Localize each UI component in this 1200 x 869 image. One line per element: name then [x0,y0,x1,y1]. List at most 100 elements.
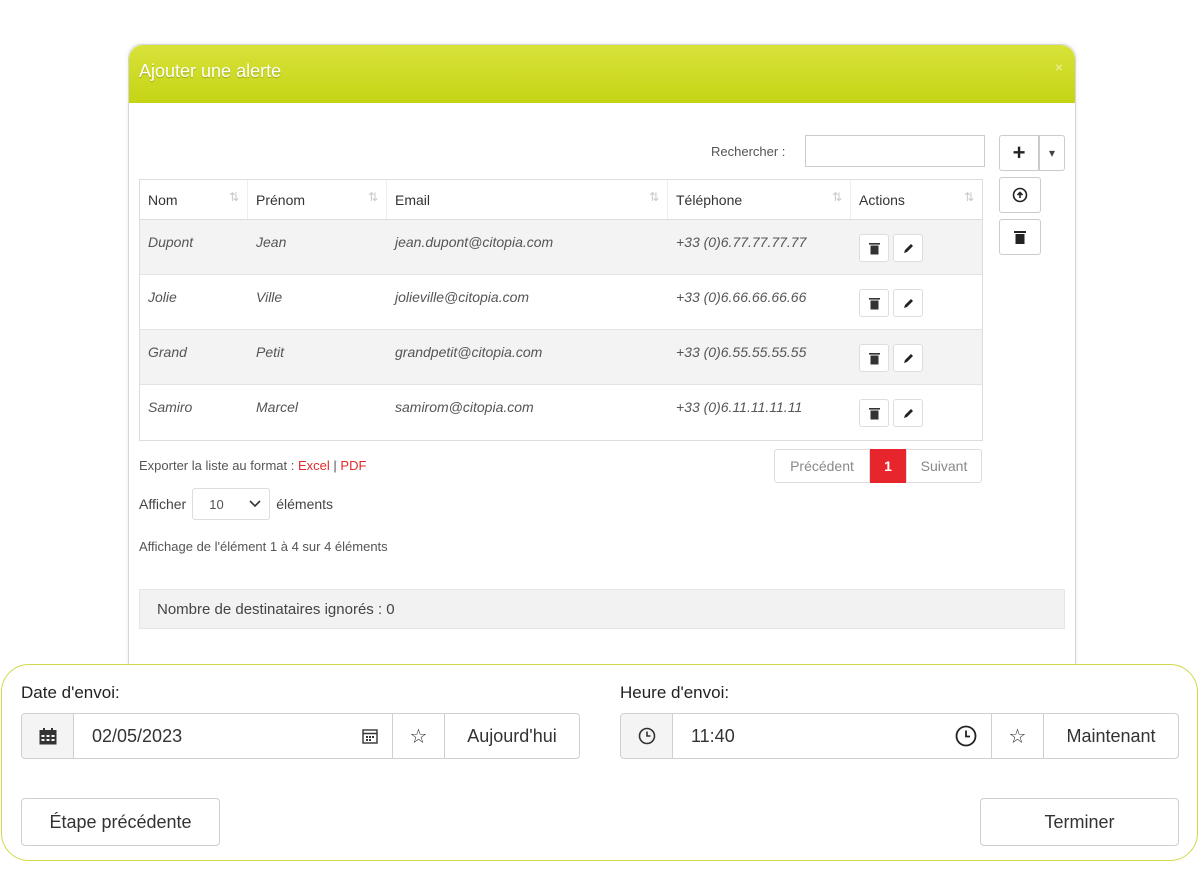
chevron-down-icon: ▾ [1048,146,1056,160]
delete-all-button[interactable] [999,219,1041,255]
pencil-icon [903,353,913,363]
cell-email: jean.dupont@citopia.com [395,234,554,250]
cell-actions [851,275,982,329]
cell-actions [851,220,982,274]
calendar-picker-icon[interactable] [362,728,378,744]
calendar-addon [22,714,74,758]
close-icon[interactable]: × [1055,59,1063,75]
elements-label: éléments [276,496,334,512]
add-alert-modal: Ajouter une alerte × Rechercher : + ▾ No… [128,44,1076,684]
modal-title: Ajouter une alerte [139,61,282,81]
time-label: Heure d'envoi: [620,683,730,702]
column-header-actions[interactable]: Actions ⇅ [851,180,982,219]
search-input[interactable] [805,135,985,167]
trash-icon [868,297,880,309]
now-button[interactable]: Maintenant [1044,714,1178,758]
trash-icon [868,407,880,419]
cell-prenom: Petit [256,344,285,360]
pagination-previous[interactable]: Précédent [774,449,870,483]
cell-prenom: Marcel [256,399,299,415]
cell-email: samirom@citopia.com [395,399,534,415]
clock-icon [638,727,655,745]
cell-telephone: +33 (0)6.77.77.77.77 [676,234,807,250]
calendar-icon [39,727,56,744]
time-input[interactable]: 11:40 [673,714,992,758]
sort-icon: ⇅ [367,190,378,204]
table-header: Nom ⇅ Prénom ⇅ Email ⇅ Téléphone ⇅ Actions ⇅ [140,180,982,220]
export-separator: | [333,458,337,473]
cell-telephone: +33 (0)6.55.55.55.55 [676,344,807,360]
cell-prenom: Jean [256,234,287,250]
export-excel-link[interactable]: Excel [298,458,330,473]
trash-icon [868,352,880,364]
pencil-icon [903,243,913,253]
edit-row-button[interactable] [893,234,923,262]
send-settings-panel: Date d'envoi: 02/05/2023 ☆ Aujourd'hui H… [1,664,1198,861]
delete-row-button[interactable] [859,344,889,372]
table-info: Affichage de l'élément 1 à 4 sur 4 éléme… [139,539,388,554]
date-label: Date d'envoi: [21,683,120,702]
sort-icon: ⇅ [831,190,842,204]
date-input[interactable]: 02/05/2023 [74,714,393,758]
add-recipient-button[interactable]: + [999,135,1039,171]
star-icon[interactable]: ☆ [393,714,445,758]
sort-icon: ⇅ [228,190,239,204]
cell-telephone: +33 (0)6.11.11.11.11 [676,399,803,415]
table-row: Dupont Jean jean.dupont@citopia.com +33 … [140,220,982,275]
export-label: Exporter la liste au format : [139,458,295,473]
clock-picker-icon[interactable] [955,725,977,747]
sort-icon: ⇅ [963,190,974,204]
star-icon[interactable]: ☆ [992,714,1044,758]
previous-step-button[interactable]: Étape précédente [21,798,220,846]
delete-row-button[interactable] [859,289,889,317]
pagination: Précédent 1 Suivant [774,449,982,483]
cell-nom: Jolie [148,289,177,305]
cell-telephone: +33 (0)6.66.66.66.66 [676,289,807,305]
time-input-group: 11:40 ☆ Maintenant [620,713,1179,759]
pagination-page-1[interactable]: 1 [870,449,906,483]
chevron-down-icon [249,500,261,508]
clock-addon [621,714,673,758]
upload-circle-icon [1012,187,1028,203]
today-button[interactable]: Aujourd'hui [445,714,579,758]
trash-icon [1014,231,1026,244]
cell-nom: Dupont [148,234,194,250]
delete-row-button[interactable] [859,399,889,427]
export-line: Exporter la liste au format : Excel | PD… [139,458,366,473]
column-header-email[interactable]: Email ⇅ [387,180,668,219]
cell-actions [851,385,982,440]
column-header-telephone[interactable]: Téléphone ⇅ [668,180,851,219]
table-row: Samiro Marcel samirom@citopia.com +33 (0… [140,385,982,440]
pencil-icon [903,298,913,308]
edit-row-button[interactable] [893,344,923,372]
upload-button[interactable] [999,177,1041,213]
cell-email: grandpetit@citopia.com [395,344,543,360]
page-length-select[interactable]: 10 [192,488,271,520]
recipients-table: Nom ⇅ Prénom ⇅ Email ⇅ Téléphone ⇅ Actions ⇅ … [139,179,983,441]
export-pdf-link[interactable]: PDF [340,458,366,473]
edit-row-button[interactable] [893,399,923,427]
table-row: Jolie Ville jolieville@citopia.com +33 (… [140,275,982,330]
cell-nom: Samiro [148,399,193,415]
date-input-group: 02/05/2023 ☆ Aujourd'hui [21,713,580,759]
delete-row-button[interactable] [859,234,889,262]
show-label: Afficher [139,496,187,512]
cell-nom: Grand [148,344,187,360]
cell-email: jolieville@citopia.com [395,289,530,305]
cell-prenom: Ville [256,289,283,305]
sort-icon: ⇅ [648,190,659,204]
ignored-recipients-bar: Nombre de destinataires ignorés : 0 [139,589,1065,629]
table-row: Grand Petit grandpetit@citopia.com +33 (… [140,330,982,385]
finish-button[interactable]: Terminer [980,798,1179,846]
edit-row-button[interactable] [893,289,923,317]
pagination-next[interactable]: Suivant [906,449,982,483]
trash-icon [868,242,880,254]
search-label: Rechercher : [711,144,786,159]
add-dropdown-button[interactable]: ▾ [1039,135,1065,171]
column-header-nom[interactable]: Nom ⇅ [140,180,248,219]
cell-actions [851,330,982,384]
modal-header: Ajouter une alerte × [129,45,1075,103]
column-header-prenom[interactable]: Prénom ⇅ [248,180,387,219]
page-length-control: Afficher 10 éléments [139,488,333,520]
pencil-icon [903,408,913,418]
